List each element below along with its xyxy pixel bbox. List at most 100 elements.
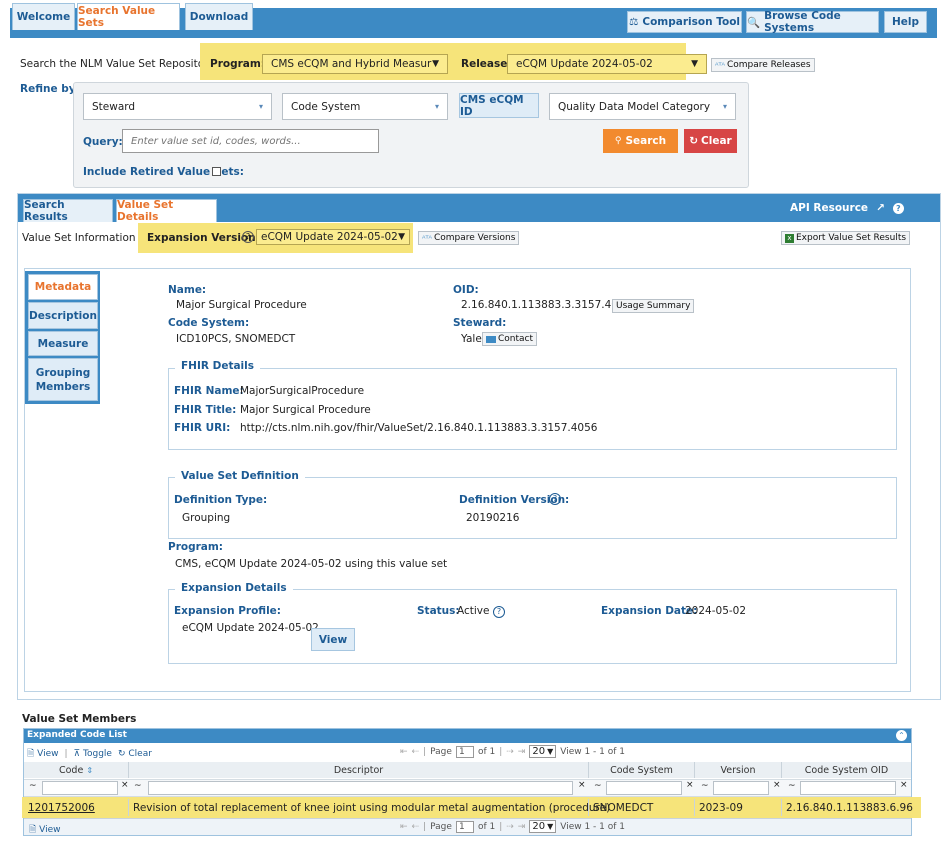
first-page-icon[interactable]: ⇤ (400, 822, 408, 832)
column-descriptor[interactable]: Descriptor (129, 762, 589, 778)
expansion-date-value: 2024-05-02 (685, 605, 747, 617)
footer-view-button[interactable]: 🗎 View (29, 822, 60, 838)
collapse-icon[interactable]: ⌃ (896, 730, 907, 741)
contact-button[interactable]: Contact (482, 332, 538, 346)
filter-descriptor-input[interactable] (148, 781, 573, 795)
export-results-button[interactable]: x Export Value Set Results (781, 231, 911, 245)
filter-op-code[interactable]: ~ (29, 781, 37, 791)
rows-per-page-select[interactable]: 20 ▼ (529, 745, 557, 758)
search-button-label: Search (625, 135, 667, 147)
help-button[interactable]: Help (884, 11, 927, 33)
filter-version-input[interactable] (713, 781, 769, 795)
rows-per-page-select[interactable]: 20 ▼ (529, 820, 557, 833)
help-circle-icon[interactable]: ? (242, 231, 254, 243)
tab-search-results[interactable]: Search Results (23, 199, 113, 223)
steward-dropdown[interactable]: Steward ▾ (83, 93, 272, 120)
tab-value-set-details[interactable]: Value Set Details (116, 199, 217, 223)
last-page-icon[interactable]: ⇥ (518, 822, 526, 832)
code-system-dropdown[interactable]: Code System ▾ (282, 93, 448, 120)
grid-header-row: Code ⇕ Descriptor Code System Version Co… (24, 762, 911, 778)
fhir-name-label: FHIR Name: (174, 385, 244, 397)
grid-toolbar: 🗎 View | ⊼ Toggle ↻ Clear (27, 746, 152, 762)
tab-download[interactable]: Download (185, 3, 253, 30)
pager-summary: View 1 - 1 of 1 (560, 821, 625, 832)
compare-versions-button[interactable]: ᴬᵀᴬ Compare Versions (418, 231, 520, 245)
status-label: Status: (417, 605, 460, 617)
release-select[interactable]: eCQM Update 2024-05-02 ▼ (507, 54, 707, 74)
page-count-label: of 1 (477, 746, 496, 757)
fhir-details-legend: FHIR Details (175, 360, 260, 372)
contact-label: Contact (498, 334, 534, 344)
include-retired-checkbox[interactable] (212, 167, 221, 176)
filter-clear-icon[interactable]: × (578, 780, 586, 790)
filter-oid-input[interactable] (800, 781, 896, 795)
column-version[interactable]: Version (695, 762, 782, 778)
prev-page-icon[interactable]: ⇠ (412, 822, 420, 832)
browse-code-systems-button[interactable]: 🔍 Browse Code Systems (746, 10, 879, 34)
grid-toggle-button[interactable]: ⊼ Toggle (74, 749, 112, 759)
program-select[interactable]: CMS eCQM and Hybrid Measur ▼ (262, 54, 448, 74)
side-tab-measure[interactable]: Measure (28, 331, 98, 356)
search-button[interactable]: ⚲ Search (603, 129, 678, 153)
filter-op-descriptor[interactable]: ~ (134, 781, 142, 791)
filter-code-system-input[interactable] (606, 781, 682, 795)
tab-search-value-sets[interactable]: Search Value Sets (77, 3, 180, 30)
compare-releases-button[interactable]: ᴬᵀᴬ Compare Releases (711, 58, 815, 72)
column-code-system[interactable]: Code System (589, 762, 695, 778)
refine-by-label: Refine by: (20, 83, 80, 95)
comparison-tool-button[interactable]: ⚖ Comparison Tool (627, 11, 742, 33)
row-code[interactable]: 1201752006 (24, 799, 129, 816)
page-label: Page (430, 821, 452, 832)
compare-icon: ᴬᵀᴬ (422, 233, 432, 243)
grid-clear-label: Clear (128, 749, 152, 759)
filter-clear-icon[interactable]: × (900, 780, 908, 790)
name-label: Name: (168, 284, 207, 296)
definition-type-value: Grouping (182, 512, 231, 524)
filter-clear-icon[interactable]: × (686, 780, 694, 790)
filter-clear-icon[interactable]: × (773, 780, 781, 790)
grid-view-button[interactable]: 🗎 View (27, 746, 58, 762)
program-detail-label: Program: (168, 541, 224, 553)
qdm-category-dropdown[interactable]: Quality Data Model Category ▾ (549, 93, 736, 120)
filter-op-oid[interactable]: ~ (788, 781, 796, 791)
filter-clear-icon[interactable]: × (121, 780, 129, 790)
tab-welcome[interactable]: Welcome (12, 3, 75, 30)
page-count-label: of 1 (477, 821, 496, 832)
oid-label: OID: (453, 284, 479, 296)
filter-op-version[interactable]: ~ (701, 781, 709, 791)
side-tab-description[interactable]: Description (28, 302, 98, 329)
cms-ecqm-id-button[interactable]: CMS eCQM ID (459, 93, 539, 118)
row-oid: 2.16.840.1.113883.6.96 (786, 801, 913, 814)
clear-button[interactable]: ↻ Clear (684, 129, 737, 153)
next-page-icon[interactable]: ⇢ (506, 747, 514, 757)
last-page-icon[interactable]: ⇥ (518, 747, 526, 757)
column-code[interactable]: Code ⇕ (24, 762, 129, 778)
page-number-input[interactable]: 1 (455, 820, 474, 833)
help-circle-icon[interactable]: ? (549, 493, 561, 505)
query-input[interactable] (122, 129, 379, 153)
refresh-icon: ↻ (689, 135, 699, 147)
api-resource-link[interactable]: API Resource ↗ ? (790, 202, 904, 214)
row-version: 2023-09 (695, 799, 782, 816)
table-row[interactable]: 1201752006 Revision of total replacement… (24, 799, 913, 816)
query-label: Query: (83, 136, 123, 148)
prev-page-icon[interactable]: ⇠ (412, 747, 420, 757)
definition-box (168, 477, 897, 539)
filter-code-input[interactable] (42, 781, 118, 795)
compare-icon: ᴬᵀᴬ (715, 60, 725, 70)
help-circle-icon[interactable]: ? (493, 606, 505, 618)
page-number-input[interactable]: 1 (455, 745, 474, 758)
column-code-system-oid[interactable]: Code System OID (782, 762, 911, 778)
expansion-view-button[interactable]: View (311, 628, 355, 651)
value-set-information-label: Value Set Information (22, 232, 136, 244)
filter-op-code-system[interactable]: ~ (594, 781, 602, 791)
comparison-tool-label: Comparison Tool (642, 16, 741, 28)
next-page-icon[interactable]: ⇢ (506, 822, 514, 832)
grid-clear-button[interactable]: ↻ Clear (118, 749, 152, 759)
side-tab-metadata[interactable]: Metadata (28, 274, 98, 300)
expansion-version-select[interactable]: eCQM Update 2024-05-02 ▼ (256, 229, 410, 245)
usage-summary-button[interactable]: Usage Summary (612, 299, 695, 313)
first-page-icon[interactable]: ⇤ (400, 747, 408, 757)
grid-toggle-label: Toggle (83, 749, 112, 759)
side-tab-grouping-members[interactable]: Grouping Members (28, 358, 98, 401)
